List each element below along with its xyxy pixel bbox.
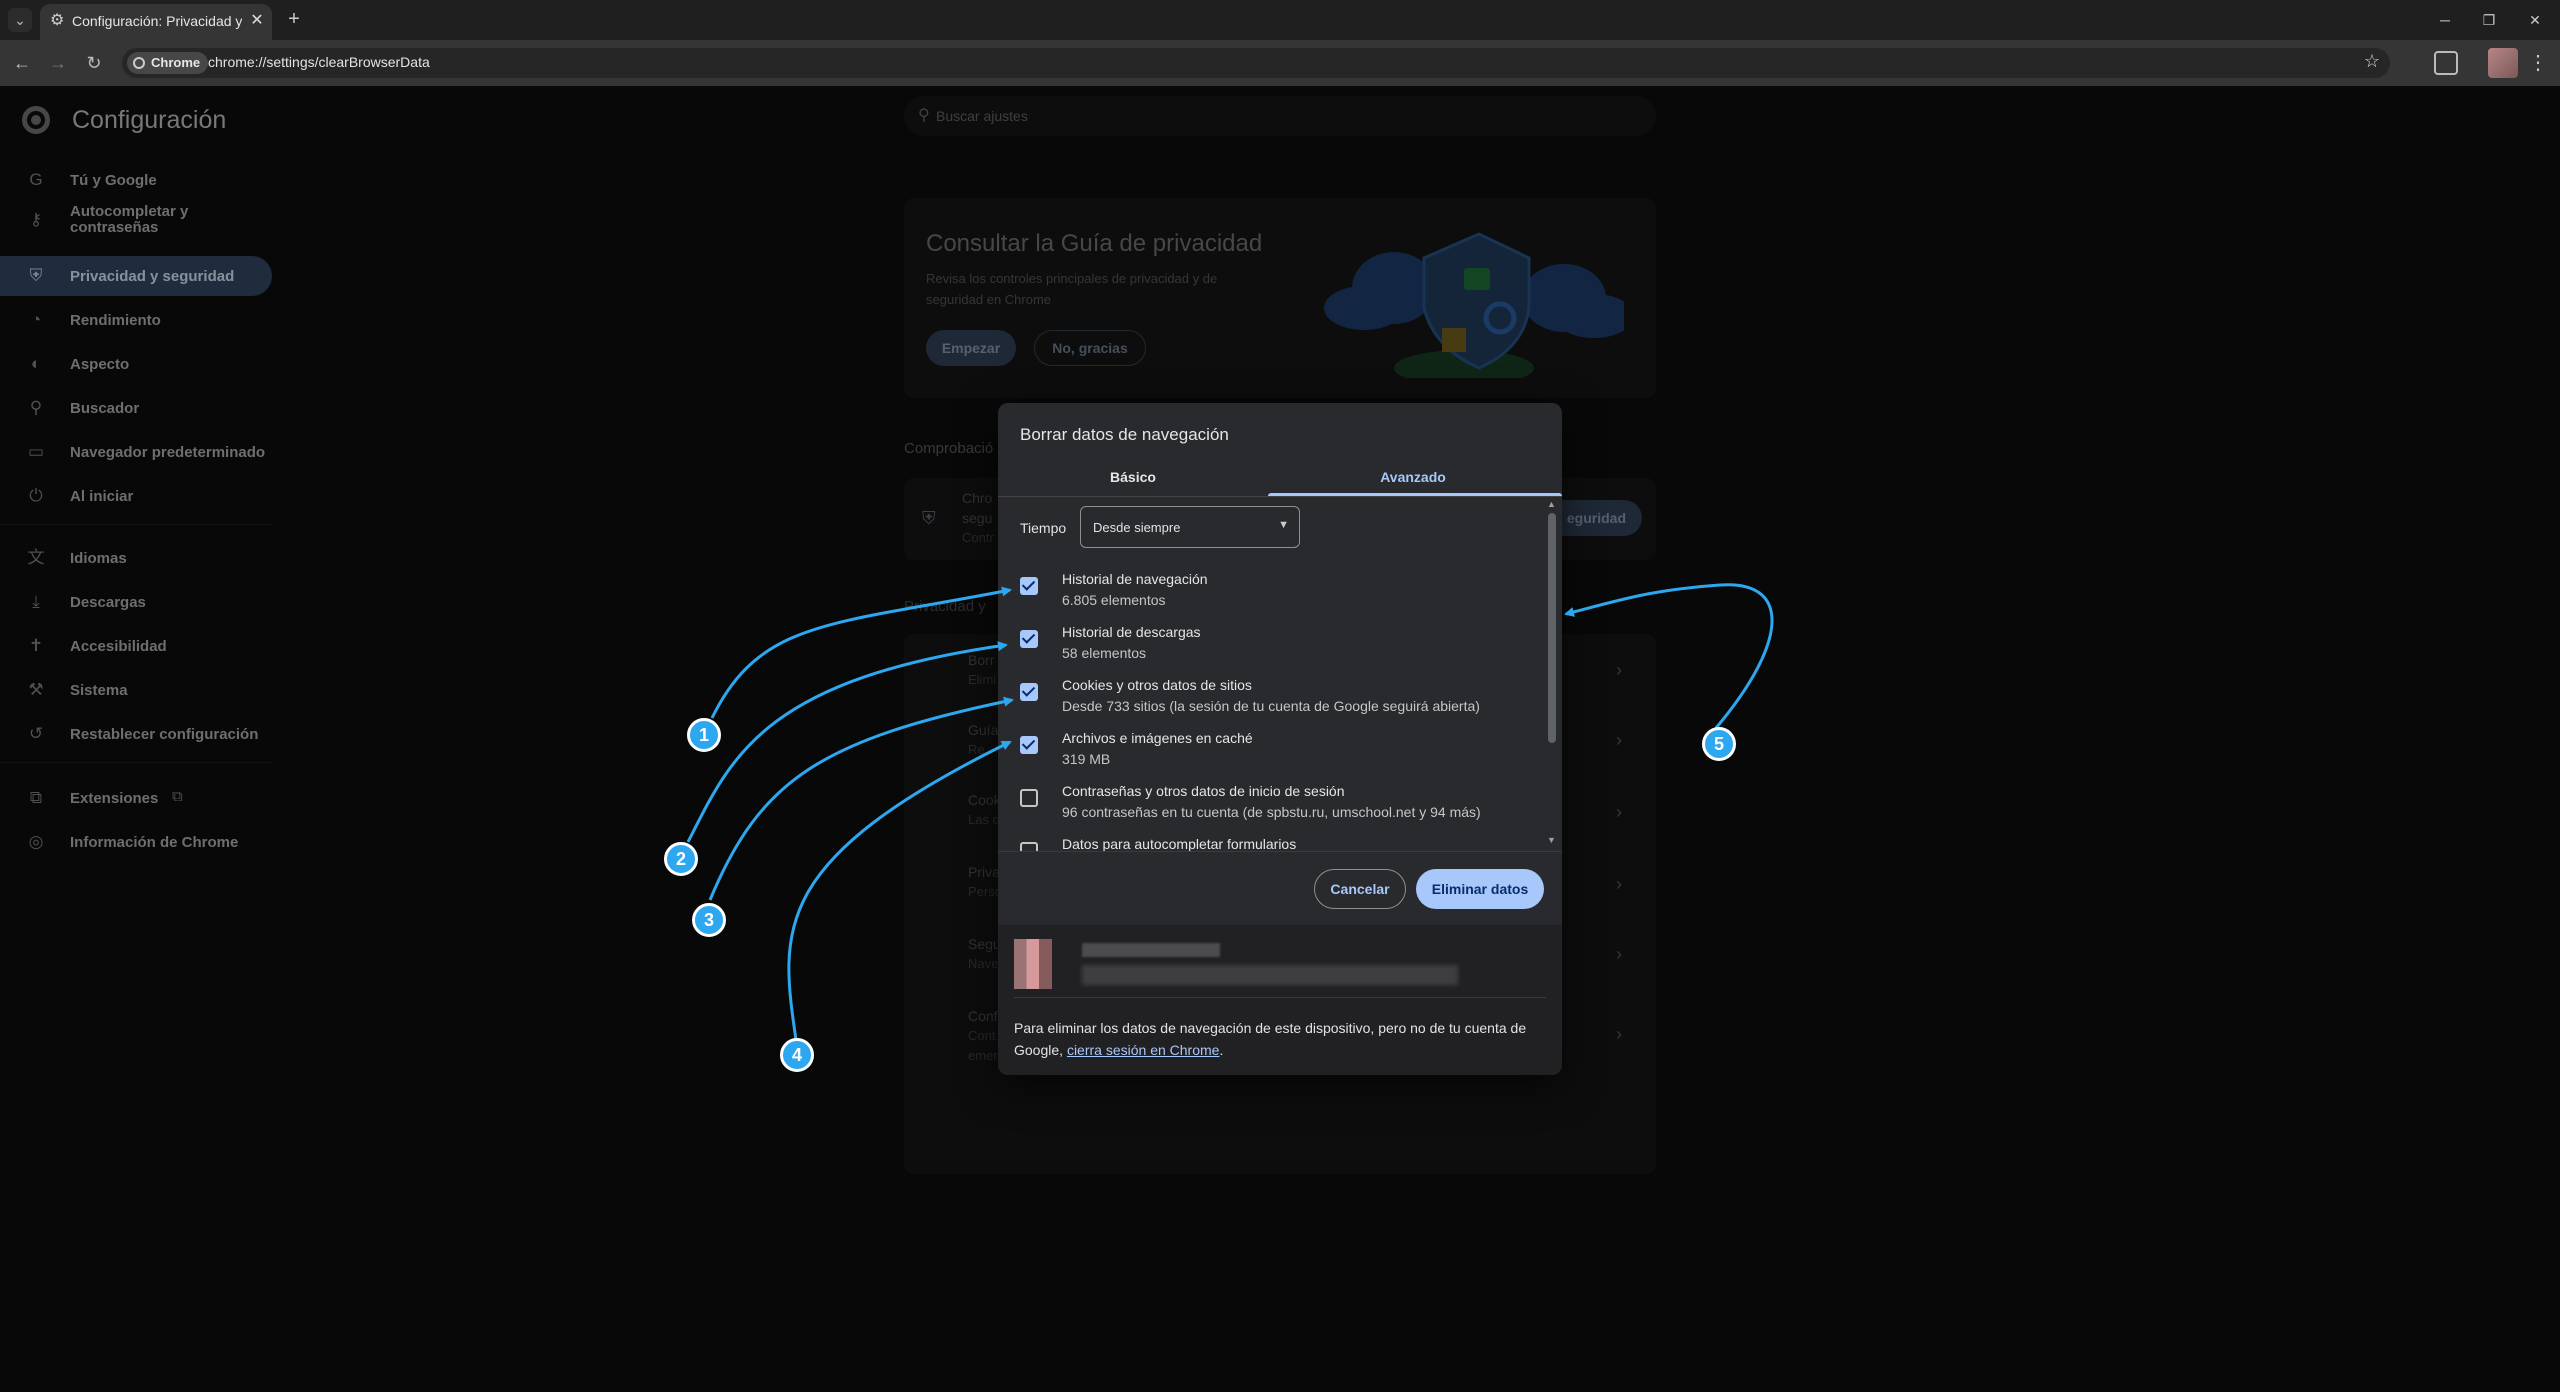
annotation-arrow-5 xyxy=(1564,583,1774,729)
annotation-badge-3: 3 xyxy=(692,903,726,937)
annotation-arrow-1 xyxy=(710,586,1012,719)
annotation-overlay xyxy=(686,583,1774,1041)
annotation-arrow-2 xyxy=(686,641,1008,843)
annotation-badge-4: 4 xyxy=(780,1038,814,1072)
annotation-badge-5: 5 xyxy=(1702,727,1736,761)
annotation-arrow-3 xyxy=(708,696,1014,901)
annotation-badge-1: 1 xyxy=(687,718,721,752)
annotation-arrow-4 xyxy=(787,740,1012,1041)
annotation-badge-2: 2 xyxy=(664,842,698,876)
